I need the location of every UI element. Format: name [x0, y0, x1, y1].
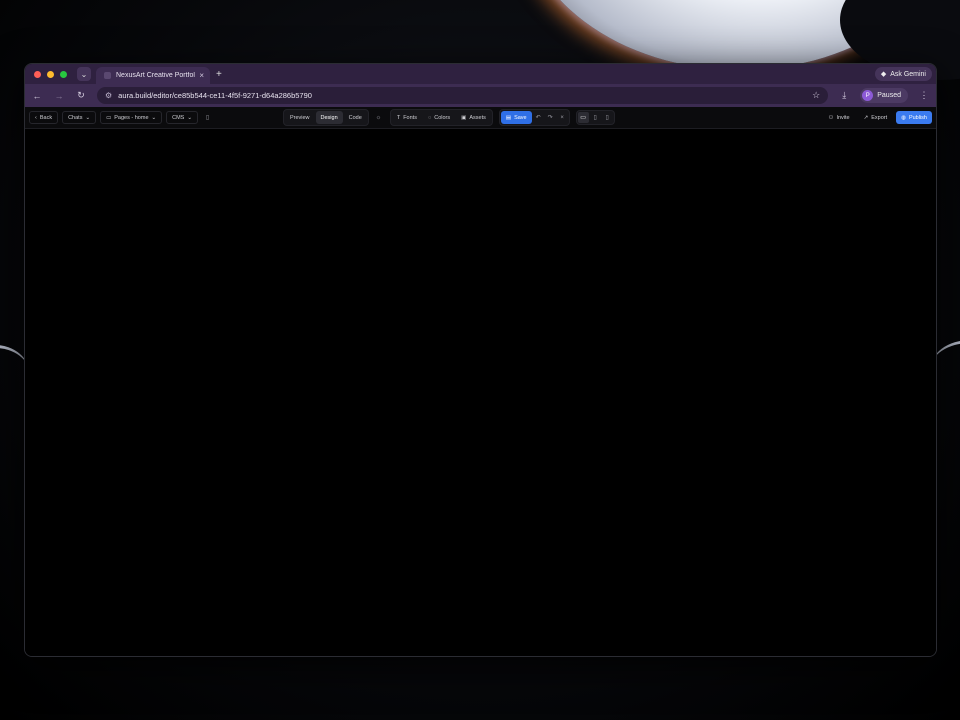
save-icon: ▤ [505, 114, 512, 121]
assets-button[interactable]: ▣ Assets [456, 111, 491, 124]
forward-arrow-icon[interactable]: → [53, 91, 65, 101]
right-actions: ⚇ Invite ↗ Export ◍ Publish [824, 111, 932, 124]
reload-icon[interactable]: ↻ [75, 90, 87, 101]
chevron-down-icon: ⌄ [151, 114, 157, 121]
tab-design[interactable]: Design [315, 111, 343, 124]
tab-close-icon[interactable]: × [199, 71, 204, 80]
new-tab-button[interactable]: + [216, 69, 222, 80]
back-button[interactable]: ‹ Back [29, 111, 59, 124]
window-controls [34, 70, 67, 78]
save-actions: ▤ Save ↶ ↷ × [498, 109, 570, 126]
address-bar: ← → ↻ ⚙ aura.build/editor/ce85b544-ce11-… [25, 84, 936, 107]
profile-button[interactable]: P Paused [860, 88, 908, 103]
design-resources: T Fonts ◌ Colors ▣ Assets [389, 109, 493, 126]
desktop-icon[interactable]: ▭ [577, 112, 589, 123]
editor-toolbar: ‹ Back Chats ⌄ ▭ Pages - home ⌄ CMS ⌄ ▯ … [25, 107, 936, 129]
chevron-down-icon: ⌄ [187, 114, 192, 121]
view-mode-switch: Preview Design Code [282, 109, 369, 126]
browser-window: ⌄ NexusArt Creative Portfolio × + ◆ Ask … [24, 63, 937, 657]
back-arrow-icon[interactable]: ← [31, 91, 43, 101]
tab-code[interactable]: Code [344, 111, 367, 124]
export-button[interactable]: ↗ Export [859, 111, 893, 124]
editor-canvas[interactable] [25, 129, 936, 656]
bookmark-star-icon[interactable]: ☆ [812, 90, 820, 101]
profile-status: Paused [877, 92, 901, 99]
minimize-window-button[interactable] [47, 70, 54, 78]
tab-favicon-icon [104, 72, 111, 79]
url-input[interactable]: ⚙ aura.build/editor/ce85b544-ce11-4f5f-9… [97, 87, 829, 104]
pages-dropdown[interactable]: ▭ Pages - home ⌄ [100, 111, 163, 124]
ask-gemini-button[interactable]: ◆ Ask Gemini [874, 67, 932, 81]
cms-label: CMS [172, 114, 185, 121]
type-icon: T [396, 114, 401, 121]
export-icon: ↗ [863, 114, 869, 121]
tab-search-button[interactable]: ⌄ [77, 67, 91, 81]
invite-label: Invite [836, 114, 850, 121]
chevron-down-icon: ⌄ [80, 69, 88, 79]
cms-dropdown[interactable]: CMS ⌄ [166, 111, 198, 124]
tab-strip: ⌄ NexusArt Creative Portfolio × + ◆ Ask … [25, 64, 936, 84]
sidebar-toggle-icon[interactable]: ▯ [202, 112, 213, 123]
undo-icon[interactable]: ↶ [533, 112, 544, 123]
palette-icon: ◌ [427, 114, 432, 121]
save-label: Save [514, 114, 527, 121]
close-window-button[interactable] [34, 70, 41, 78]
redo-icon[interactable]: ↷ [545, 112, 556, 123]
chats-label: Chats [68, 114, 83, 121]
colors-label: Colors [434, 114, 451, 121]
active-tab[interactable]: NexusArt Creative Portfolio × [96, 67, 210, 84]
export-label: Export [871, 114, 888, 121]
avatar: P [862, 90, 874, 101]
close-icon[interactable]: × [557, 112, 568, 123]
back-label: Back [39, 114, 53, 121]
publish-button[interactable]: ◍ Publish [896, 111, 932, 124]
tab-title: NexusArt Creative Portfolio [116, 72, 196, 79]
settings-icon[interactable]: ☼ [373, 112, 384, 123]
colors-button[interactable]: ◌ Colors [423, 111, 455, 124]
save-button[interactable]: ▤ Save [500, 111, 532, 124]
url-text: aura.build/editor/ce85b544-ce11-4f5f-927… [118, 91, 312, 100]
more-menu-icon[interactable]: ⋮ [918, 90, 930, 101]
image-icon: ▣ [461, 114, 467, 121]
pages-label: Pages - home [114, 114, 149, 121]
fonts-label: Fonts [403, 114, 417, 121]
download-icon[interactable]: ⤓ [838, 90, 850, 101]
globe-icon: ◍ [901, 114, 906, 121]
invite-button[interactable]: ⚇ Invite [824, 111, 855, 124]
mobile-icon[interactable]: ▯ [602, 112, 613, 123]
tablet-icon[interactable]: ▯ [590, 112, 601, 123]
chats-dropdown[interactable]: Chats ⌄ [62, 111, 97, 124]
site-info-icon[interactable]: ⚙ [105, 91, 112, 100]
chevron-left-icon: ‹ [35, 114, 37, 121]
assets-label: Assets [469, 114, 486, 121]
maximize-window-button[interactable] [60, 70, 67, 78]
gemini-icon: ◆ [880, 71, 887, 78]
chevron-down-icon: ⌄ [85, 114, 91, 121]
publish-label: Publish [908, 114, 927, 121]
user-plus-icon: ⚇ [828, 114, 834, 121]
ask-gemini-label: Ask Gemini [890, 70, 926, 78]
fonts-button[interactable]: T Fonts [392, 111, 422, 124]
folder-icon: ▭ [106, 114, 112, 121]
tab-preview[interactable]: Preview [285, 111, 315, 124]
device-switch: ▭ ▯ ▯ [575, 110, 615, 125]
